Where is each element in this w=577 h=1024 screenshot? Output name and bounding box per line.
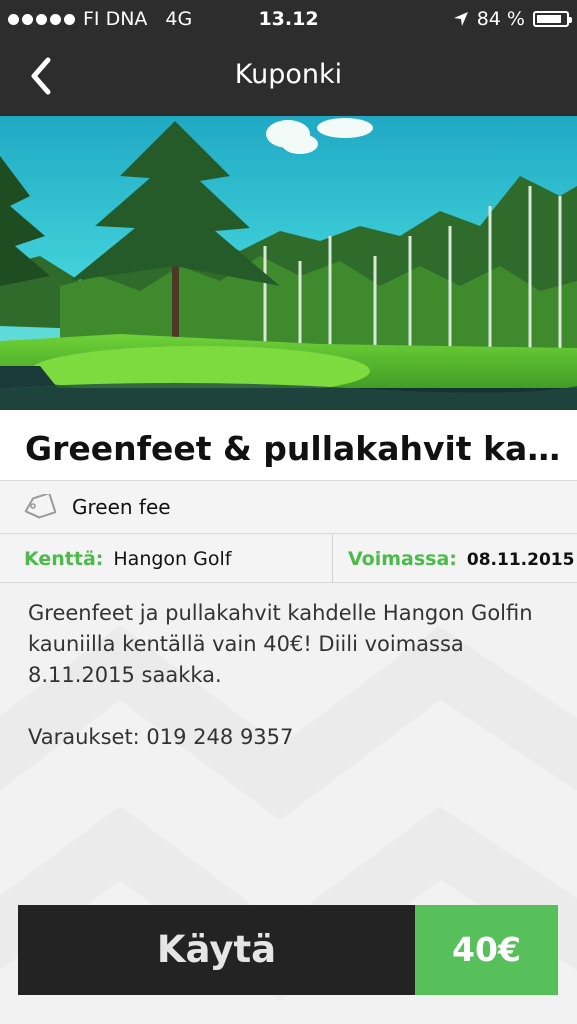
course-info: Kenttä: Hangon Golf [24,548,231,570]
course-label: Kenttä: [24,548,104,570]
reservation-text[interactable]: Varaukset: 019 248 9357 [28,722,553,753]
info-row: Kenttä: Hangon Golf Voimassa: 08.11.2015 [0,534,577,583]
category-row: Green fee [0,481,577,534]
price-badge: 40€ [415,905,558,995]
description-text: Greenfeet ja pullakahvit kahdelle Hangon… [28,601,533,687]
coupon-description: Greenfeet ja pullakahvit kahdelle Hangon… [28,598,553,784]
coupon-hero-image [0,116,577,410]
coupon-title: Greenfeet & pullakahvit kahdelle [25,429,565,468]
location-arrow-icon [453,12,468,26]
valid-label: Voimassa: [348,548,457,570]
category-label: Green fee [72,495,171,519]
use-coupon-button[interactable]: Käytä [18,905,415,995]
status-bar: FI DNA 4G 13.12 84 % [0,0,577,38]
page-title: Kuponki [234,59,343,90]
info-divider [332,534,333,582]
validity-info: Voimassa: 08.11.2015 [348,548,574,570]
course-value: Hangon Golf [113,548,232,570]
action-bar: Käytä 40€ [18,905,558,995]
tag-icon [24,494,56,519]
coupon-title-band: Greenfeet & pullakahvit kahdelle [0,410,577,481]
battery-fill [537,15,561,23]
status-right: 84 % [453,8,572,30]
battery-percent: 84 % [476,8,525,30]
battery-icon [533,11,572,27]
valid-value: 08.11.2015 [466,550,575,570]
nav-bar: Kuponki [0,38,577,116]
